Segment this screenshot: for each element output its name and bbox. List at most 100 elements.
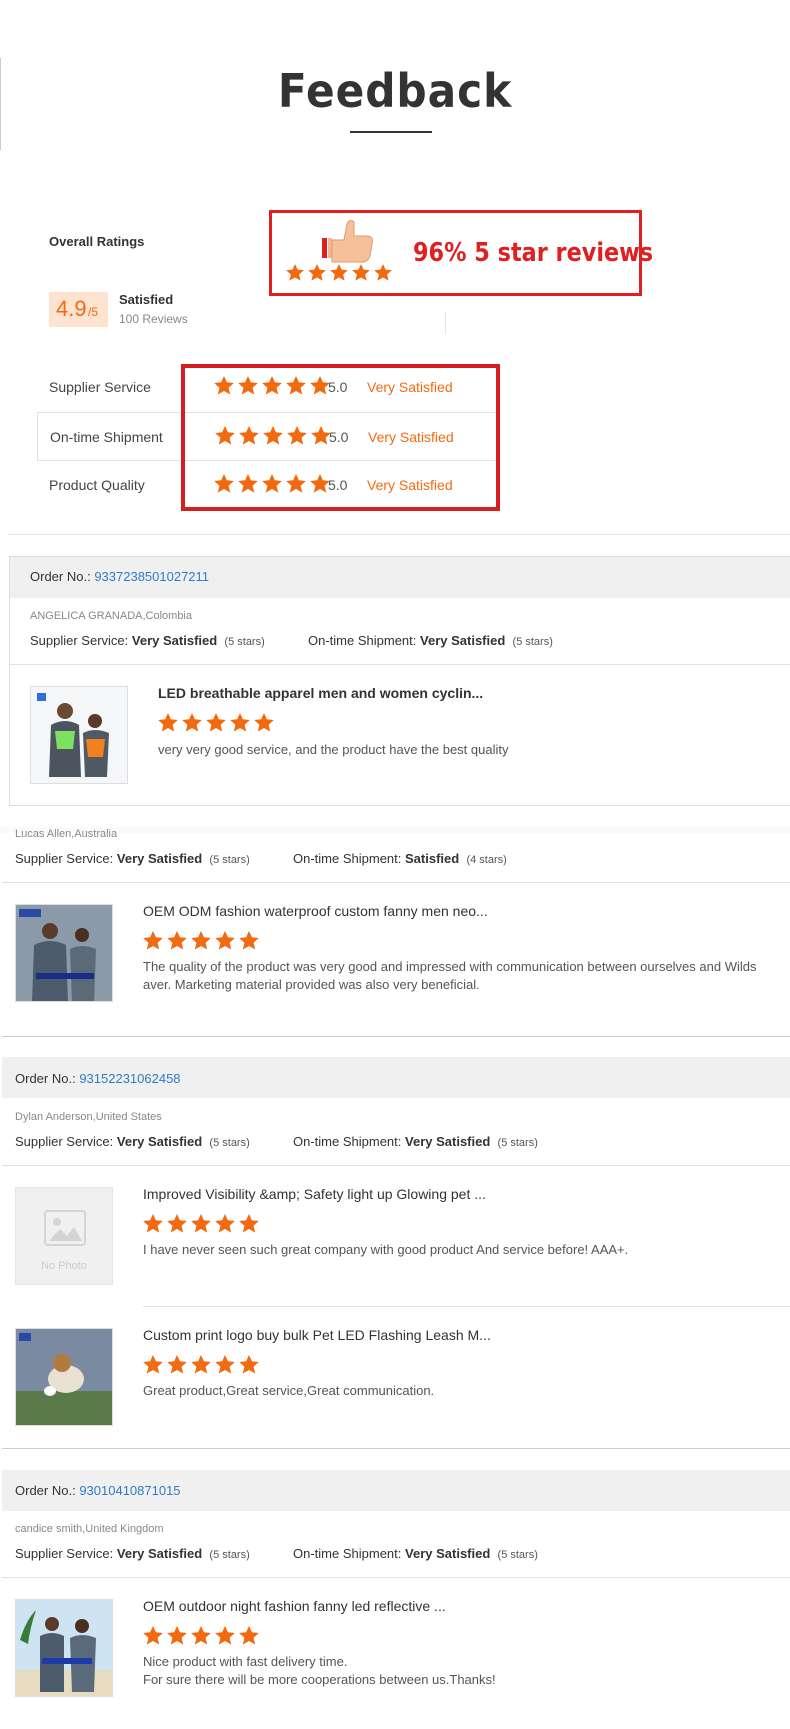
product-image[interactable] — [15, 904, 113, 1002]
rating-label: Supplier Service — [49, 379, 151, 395]
rating-label: Product Quality — [49, 477, 145, 493]
shipment-label: On-time Shipment: — [293, 1134, 402, 1149]
star-icon — [158, 713, 178, 732]
supplier-service-label: Supplier Service: — [15, 851, 114, 866]
product-title[interactable]: LED breathable apparel men and women cyc… — [158, 685, 483, 701]
banner-text: 96% 5 star reviews — [413, 238, 654, 268]
product-title[interactable]: OEM outdoor night fashion fanny led refl… — [143, 1598, 446, 1614]
comment-line: Great product,Great service,Great commun… — [143, 1383, 435, 1398]
product-comment: very very good service, and the product … — [158, 741, 508, 759]
product-title[interactable]: Custom print logo buy bulk Pet LED Flash… — [143, 1327, 491, 1343]
service-summary: Supplier Service: Very Satisfied (5 star… — [15, 1134, 538, 1149]
product-image[interactable] — [15, 1328, 113, 1426]
spacer — [0, 827, 790, 833]
order-number: Order No.: 93010410871015 — [15, 1483, 181, 1498]
order-number-link[interactable]: 9337238501027211 — [94, 569, 209, 584]
product-stars — [143, 1214, 263, 1239]
divider — [10, 664, 790, 665]
order-number-label: Order No.: — [15, 1071, 76, 1086]
star-icon — [254, 713, 274, 732]
product-photo-icon — [16, 1600, 112, 1696]
star-icon — [143, 1355, 163, 1374]
order-number: Order No.: 93152231062458 — [15, 1071, 181, 1086]
product-image[interactable] — [30, 686, 128, 784]
product-comment: I have never seen such great company wit… — [143, 1241, 628, 1259]
star-icon — [167, 1355, 187, 1374]
rating-label: On-time Shipment — [50, 429, 163, 445]
star-icon — [191, 1355, 211, 1374]
star-icon — [143, 1626, 163, 1645]
supplier-stars: (5 stars) — [209, 854, 250, 866]
supplier-stars: (5 stars) — [224, 636, 265, 648]
title-underline — [350, 131, 432, 133]
product-image[interactable] — [15, 1599, 113, 1697]
product-photo-icon — [31, 687, 127, 783]
supplier-service-label: Supplier Service: — [15, 1134, 114, 1149]
star-icon — [230, 713, 250, 732]
star-icon — [182, 713, 202, 732]
comment-line: Nice product with fast delivery time. — [143, 1654, 348, 1669]
divider — [2, 1165, 790, 1166]
overall-ratings-heading: Overall Ratings — [49, 234, 145, 249]
reviewer-name: candice smith,United Kingdom — [15, 1523, 164, 1535]
overall-score: 4.9 — [56, 296, 87, 321]
supplier-service-label: Supplier Service: — [15, 1546, 114, 1561]
star-icon — [239, 931, 259, 950]
service-summary: Supplier Service: Very Satisfied (5 star… — [15, 851, 507, 866]
section-divider — [2, 1448, 790, 1449]
star-icon — [215, 1355, 235, 1374]
left-edge-divider — [0, 58, 1, 150]
shipment-label: On-time Shipment: — [308, 633, 417, 648]
shipment-stars: (5 stars) — [497, 1137, 538, 1149]
star-icon — [206, 713, 226, 732]
star-icon — [215, 931, 235, 950]
shipment-stars: (4 stars) — [466, 854, 507, 866]
overall-satisfaction: Satisfied — [119, 292, 174, 307]
service-summary: Supplier Service: Very Satisfied (5 star… — [15, 1546, 538, 1561]
supplier-service-value: Very Satisfied — [116, 851, 203, 866]
reviewer-name: Dylan Anderson,United States — [15, 1111, 162, 1123]
product-stars — [158, 713, 278, 738]
star-icon — [191, 1214, 211, 1233]
star-icon — [215, 1214, 235, 1233]
product-photo-icon — [16, 1329, 112, 1425]
order-number-label: Order No.: — [15, 1483, 76, 1498]
shipment-label: On-time Shipment: — [293, 851, 402, 866]
shipment-label: On-time Shipment: — [293, 1546, 402, 1561]
service-summary: Supplier Service: Very Satisfied (5 star… — [30, 633, 553, 648]
star-icon — [239, 1355, 259, 1374]
comment-line: I have never seen such great company wit… — [143, 1242, 629, 1257]
product-title[interactable]: OEM ODM fashion waterproof custom fanny … — [143, 903, 488, 919]
overall-score-suffix: /5 — [88, 305, 99, 319]
shipment-stars: (5 stars) — [512, 636, 553, 648]
order-number-link[interactable]: 93152231062458 — [79, 1071, 180, 1086]
comment-line: very very good service, and the product … — [158, 742, 509, 757]
product-comment: Great product,Great service,Great commun… — [143, 1382, 434, 1400]
supplier-stars: (5 stars) — [209, 1137, 250, 1149]
divider — [143, 1306, 790, 1307]
order-number-label: Order No.: — [30, 569, 91, 584]
page-title: Feedback — [277, 64, 513, 118]
comment-line: The quality of the product was very good… — [143, 959, 757, 974]
section-divider — [8, 534, 790, 535]
shipment-value: Very Satisfied — [420, 633, 506, 648]
product-stars — [143, 1626, 263, 1651]
no-photo-icon — [44, 1210, 86, 1246]
star-icon — [167, 1214, 187, 1233]
thumbs-up-stars-icon — [286, 219, 392, 281]
supplier-stars: (5 stars) — [209, 1549, 250, 1561]
star-icon — [191, 931, 211, 950]
product-image-placeholder[interactable]: No Photo — [15, 1187, 113, 1285]
comment-line: For sure there will be more cooperations… — [143, 1672, 496, 1687]
star-icon — [239, 1214, 259, 1233]
shipment-value: Satisfied — [405, 851, 460, 866]
reviewer-name: Lucas Allen,Australia — [15, 828, 118, 840]
supplier-service-value: Very Satisfied — [131, 633, 218, 648]
order-number-link[interactable]: 93010410871015 — [79, 1483, 180, 1498]
product-stars — [143, 931, 263, 956]
shipment-value: Very Satisfied — [405, 1546, 491, 1561]
star-icon — [167, 931, 187, 950]
product-title[interactable]: Improved Visibility &amp; Safety light u… — [143, 1186, 486, 1202]
product-comment: The quality of the product was very good… — [143, 958, 756, 994]
product-photo-icon — [16, 905, 112, 1001]
